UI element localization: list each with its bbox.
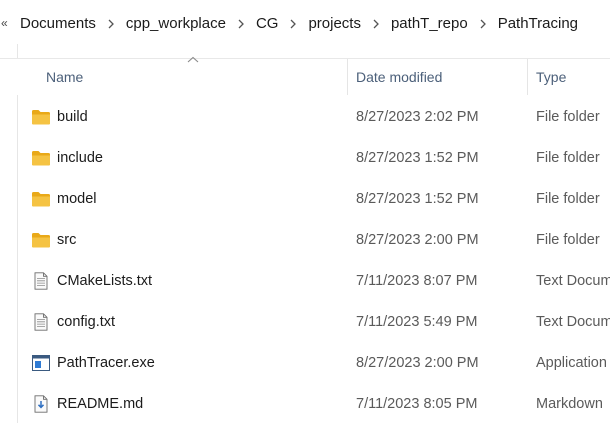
file-row-cmakelists[interactable]: CMakeLists.txt 7/11/2023 8:07 PM Text Do… [0,261,610,302]
file-date-modified: 8/27/2023 1:52 PM [356,191,479,207]
markdown-file-icon [34,395,48,413]
file-name: include [57,150,103,166]
column-header-name[interactable]: Name [46,59,346,95]
file-type: File folder [536,232,600,248]
chevron-right-icon[interactable] [469,15,497,32]
file-row-pathtracer-exe[interactable]: PathTracer.exe 8/27/2023 2:00 PM Applica… [0,343,610,384]
file-row-build[interactable]: build 8/27/2023 2:02 PM File folder [0,97,610,138]
file-name: build [57,109,88,125]
file-type: Text Docum [536,273,610,289]
file-date-modified: 7/11/2023 8:07 PM [356,273,478,289]
breadcrumb-item-documents[interactable]: Documents [19,15,97,32]
file-date-modified: 7/11/2023 5:49 PM [356,314,478,330]
chevron-right-icon[interactable] [97,15,125,32]
column-header-date-modified[interactable]: Date modified [356,59,526,95]
breadcrumb-overflow-button[interactable]: « [1,16,11,30]
file-type: File folder [536,150,600,166]
file-date-modified: 7/11/2023 8:05 PM [356,396,478,412]
file-date-modified: 8/27/2023 2:00 PM [356,232,479,248]
file-name: PathTracer.exe [57,355,155,371]
file-type: Text Docum [536,314,610,330]
folder-icon [32,151,50,166]
folder-icon [32,192,50,207]
folder-icon [32,233,50,248]
file-date-modified: 8/27/2023 1:52 PM [356,150,479,166]
text-file-icon [34,272,48,290]
breadcrumb-item-projects[interactable]: projects [307,15,362,32]
file-name: model [57,191,97,207]
file-row-src[interactable]: src 8/27/2023 2:00 PM File folder [0,220,610,261]
breadcrumb: « Documents cpp_workplace CG projects pa… [0,12,579,34]
file-name: README.md [57,396,144,412]
file-type: Application [536,355,607,371]
file-name: CMakeLists.txt [57,273,153,289]
file-type: Markdown [536,396,603,412]
folder-icon [32,110,50,125]
breadcrumb-item-cpp-workplace[interactable]: cpp_workplace [125,15,227,32]
chevron-right-icon[interactable] [227,15,255,32]
column-resize-handle[interactable] [347,59,348,95]
file-type: File folder [536,109,600,125]
chevron-right-icon[interactable] [279,15,307,32]
file-date-modified: 8/27/2023 2:00 PM [356,355,479,371]
file-row-include[interactable]: include 8/27/2023 1:52 PM File folder [0,138,610,179]
breadcrumb-item-pathtracing[interactable]: PathTracing [497,15,579,32]
file-type: File folder [536,191,600,207]
file-row-model[interactable]: model 8/27/2023 1:52 PM File folder [0,179,610,220]
text-file-icon [34,313,48,331]
chevron-right-icon[interactable] [362,15,390,32]
file-row-readme[interactable]: README.md 7/11/2023 8:05 PM Markdown [0,384,610,423]
column-header-type[interactable]: Type [536,59,610,95]
address-bar[interactable]: « Documents cpp_workplace CG projects pa… [0,0,610,44]
file-date-modified: 8/27/2023 2:02 PM [356,109,479,125]
breadcrumb-item-patht-repo[interactable]: pathT_repo [390,15,469,32]
file-explorer-window: « Documents cpp_workplace CG projects pa… [0,0,610,423]
file-row-config[interactable]: config.txt 7/11/2023 5:49 PM Text Docum [0,302,610,343]
column-header-row: Name Date modified Type [0,56,610,95]
file-name: config.txt [57,314,116,330]
file-list: build 8/27/2023 2:02 PM File folder incl… [0,97,610,423]
breadcrumb-item-cg[interactable]: CG [255,15,280,32]
exe-file-icon [32,355,50,371]
file-name: src [57,232,77,248]
column-resize-handle[interactable] [527,59,528,95]
